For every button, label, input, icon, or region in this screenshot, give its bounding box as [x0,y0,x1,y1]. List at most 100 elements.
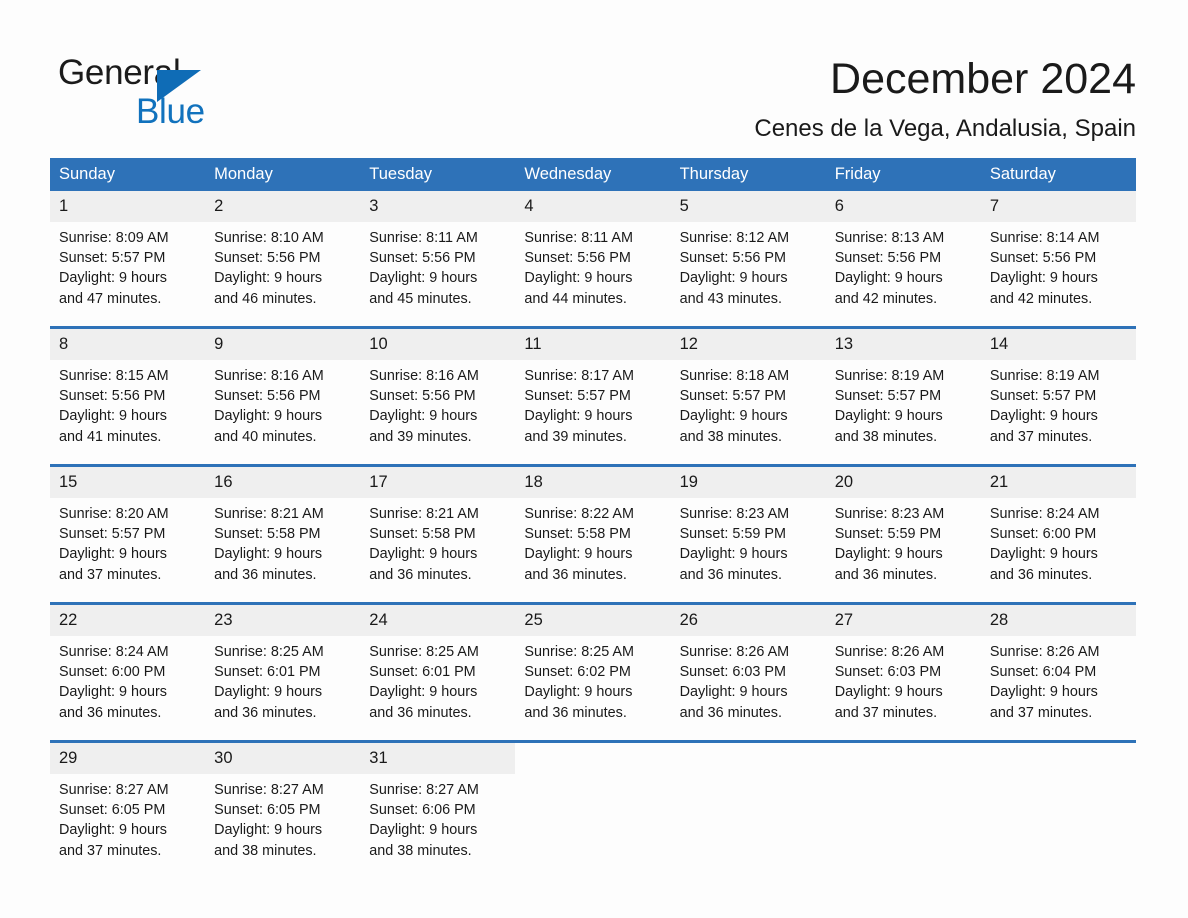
day-cell[interactable]: 21 Sunrise: 8:24 AM Sunset: 6:00 PM Dayl… [980,464,1136,604]
day-number: 25 [515,605,671,636]
day-cell[interactable]: 28 Sunrise: 8:26 AM Sunset: 6:04 PM Dayl… [980,602,1136,742]
daylight-text-line2: and 36 minutes. [679,704,782,721]
daylight-text-line2: and 36 minutes. [369,704,472,721]
day-cell[interactable]: 6 Sunrise: 8:13 AM Sunset: 5:56 PM Dayli… [825,191,981,328]
weekday-header-monday: Monday [205,158,361,191]
day-number [825,743,981,774]
day-details: Sunrise: 8:25 AM Sunset: 6:02 PM Dayligh… [515,636,670,723]
weekday-header-tuesday: Tuesday [360,158,516,191]
day-cell[interactable]: 12 Sunrise: 8:18 AM Sunset: 5:57 PM Dayl… [670,326,826,466]
sunrise-text: Sunrise: 8:24 AM [989,506,1100,522]
day-number: 6 [825,191,981,222]
day-cell[interactable]: 14 Sunrise: 8:19 AM Sunset: 5:57 PM Dayl… [980,326,1136,466]
sunset-text: Sunset: 6:05 PM [214,802,321,819]
general-blue-logo[interactable]: General Blue [58,54,318,134]
day-cell[interactable]: 17 Sunrise: 8:21 AM Sunset: 5:58 PM Dayl… [360,464,516,604]
day-number: 7 [980,191,1136,222]
day-cell[interactable]: 16 Sunrise: 8:21 AM Sunset: 5:58 PM Dayl… [205,464,361,604]
day-details: Sunrise: 8:27 AM Sunset: 6:05 PM Dayligh… [50,774,205,861]
sunrise-text: Sunrise: 8:12 AM [679,230,790,246]
day-number: 27 [825,605,981,636]
sunrise-text: Sunrise: 8:19 AM [989,368,1100,384]
day-cell[interactable]: 8 Sunrise: 8:15 AM Sunset: 5:56 PM Dayli… [50,326,206,466]
day-cell[interactable]: 30 Sunrise: 8:27 AM Sunset: 6:05 PM Dayl… [205,740,361,878]
day-cell[interactable]: 11 Sunrise: 8:17 AM Sunset: 5:57 PM Dayl… [515,326,671,466]
daylight-text-line2: and 36 minutes. [524,704,627,721]
sunrise-text: Sunrise: 8:27 AM [369,782,479,798]
sunrise-text: Sunrise: 8:11 AM [369,230,478,246]
daylight-text-line1: Daylight: 9 hours [834,270,943,287]
sunrise-text: Sunrise: 8:09 AM [59,230,169,246]
day-cell[interactable]: 15 Sunrise: 8:20 AM Sunset: 5:57 PM Dayl… [50,464,206,604]
day-cell[interactable]: 20 Sunrise: 8:23 AM Sunset: 5:59 PM Dayl… [825,464,981,604]
day-details: Sunrise: 8:12 AM Sunset: 5:56 PM Dayligh… [671,222,826,309]
day-cell[interactable]: 26 Sunrise: 8:26 AM Sunset: 6:03 PM Dayl… [670,602,826,742]
daylight-text-line1: Daylight: 9 hours [369,546,478,563]
daylight-text-line2: and 36 minutes. [989,566,1093,583]
day-number: 31 [360,743,516,774]
day-number: 5 [670,191,826,222]
day-cell[interactable]: 31 Sunrise: 8:27 AM Sunset: 6:06 PM Dayl… [360,740,516,878]
day-cell[interactable]: 29 Sunrise: 8:27 AM Sunset: 6:05 PM Dayl… [50,740,206,878]
daylight-text-line1: Daylight: 9 hours [214,546,323,563]
sunset-text: Sunset: 5:59 PM [679,526,786,543]
day-cell[interactable]: 23 Sunrise: 8:25 AM Sunset: 6:01 PM Dayl… [205,602,361,742]
day-details: Sunrise: 8:19 AM Sunset: 5:57 PM Dayligh… [826,360,981,447]
day-number: 19 [670,467,826,498]
day-cell[interactable]: 7 Sunrise: 8:14 AM Sunset: 5:56 PM Dayli… [980,191,1136,328]
sunset-text: Sunset: 6:00 PM [59,664,166,681]
daylight-text-line2: and 39 minutes. [369,428,472,445]
day-number: 26 [670,605,826,636]
calendar-header-row: Sunday Monday Tuesday Wednesday Thursday… [50,158,1136,191]
daylight-text-line1: Daylight: 9 hours [834,546,943,563]
day-cell[interactable]: 3 Sunrise: 8:11 AM Sunset: 5:56 PM Dayli… [360,191,516,328]
daylight-text-line1: Daylight: 9 hours [369,270,478,287]
day-details: Sunrise: 8:26 AM Sunset: 6:04 PM Dayligh… [981,636,1136,723]
day-cell-empty [980,740,1136,878]
daylight-text-line1: Daylight: 9 hours [524,408,633,425]
sunset-text: Sunset: 6:05 PM [59,802,166,819]
day-number: 1 [50,191,206,222]
day-number: 3 [360,191,516,222]
day-number: 10 [360,329,516,360]
day-details: Sunrise: 8:23 AM Sunset: 5:59 PM Dayligh… [671,498,826,585]
daylight-text-line1: Daylight: 9 hours [679,408,788,425]
day-details: Sunrise: 8:27 AM Sunset: 6:06 PM Dayligh… [360,774,515,861]
daylight-text-line1: Daylight: 9 hours [214,822,323,839]
day-cell[interactable]: 22 Sunrise: 8:24 AM Sunset: 6:00 PM Dayl… [50,602,206,742]
day-cell[interactable]: 13 Sunrise: 8:19 AM Sunset: 5:57 PM Dayl… [825,326,981,466]
day-cell[interactable]: 27 Sunrise: 8:26 AM Sunset: 6:03 PM Dayl… [825,602,981,742]
sunset-text: Sunset: 5:56 PM [214,388,321,405]
day-cell[interactable]: 24 Sunrise: 8:25 AM Sunset: 6:01 PM Dayl… [360,602,516,742]
sunrise-text: Sunrise: 8:14 AM [989,230,1100,246]
day-details: Sunrise: 8:11 AM Sunset: 5:56 PM Dayligh… [515,222,670,309]
sunrise-text: Sunrise: 8:19 AM [834,368,945,384]
sunset-text: Sunset: 5:59 PM [834,526,942,543]
weekday-header-thursday: Thursday [670,158,826,191]
day-number: 18 [515,467,671,498]
day-details: Sunrise: 8:16 AM Sunset: 5:56 PM Dayligh… [360,360,515,447]
day-number: 16 [205,467,361,498]
day-cell[interactable]: 1 Sunrise: 8:09 AM Sunset: 5:57 PM Dayli… [50,191,206,328]
daylight-text-line2: and 38 minutes. [369,842,472,859]
sunset-text: Sunset: 5:56 PM [369,250,476,267]
daylight-text-line1: Daylight: 9 hours [214,270,323,287]
daylight-text-line1: Daylight: 9 hours [679,270,788,287]
sunrise-text: Sunrise: 8:21 AM [369,506,479,522]
day-cell[interactable]: 2 Sunrise: 8:10 AM Sunset: 5:56 PM Dayli… [205,191,361,328]
day-cell[interactable]: 5 Sunrise: 8:12 AM Sunset: 5:56 PM Dayli… [670,191,826,328]
sunrise-text: Sunrise: 8:18 AM [679,368,790,384]
day-number: 2 [205,191,361,222]
day-details: Sunrise: 8:26 AM Sunset: 6:03 PM Dayligh… [826,636,981,723]
sunset-text: Sunset: 5:56 PM [524,250,631,267]
day-cell[interactable]: 9 Sunrise: 8:16 AM Sunset: 5:56 PM Dayli… [205,326,361,466]
sunrise-text: Sunrise: 8:26 AM [834,644,945,660]
day-cell[interactable]: 18 Sunrise: 8:22 AM Sunset: 5:58 PM Dayl… [515,464,671,604]
daylight-text-line2: and 36 minutes. [214,566,317,583]
daylight-text-line2: and 36 minutes. [214,704,317,721]
day-cell[interactable]: 25 Sunrise: 8:25 AM Sunset: 6:02 PM Dayl… [515,602,671,742]
day-cell[interactable]: 4 Sunrise: 8:11 AM Sunset: 5:56 PM Dayli… [515,191,671,328]
day-cell[interactable]: 19 Sunrise: 8:23 AM Sunset: 5:59 PM Dayl… [670,464,826,604]
day-cell[interactable]: 10 Sunrise: 8:16 AM Sunset: 5:56 PM Dayl… [360,326,516,466]
day-details: Sunrise: 8:11 AM Sunset: 5:56 PM Dayligh… [360,222,515,309]
